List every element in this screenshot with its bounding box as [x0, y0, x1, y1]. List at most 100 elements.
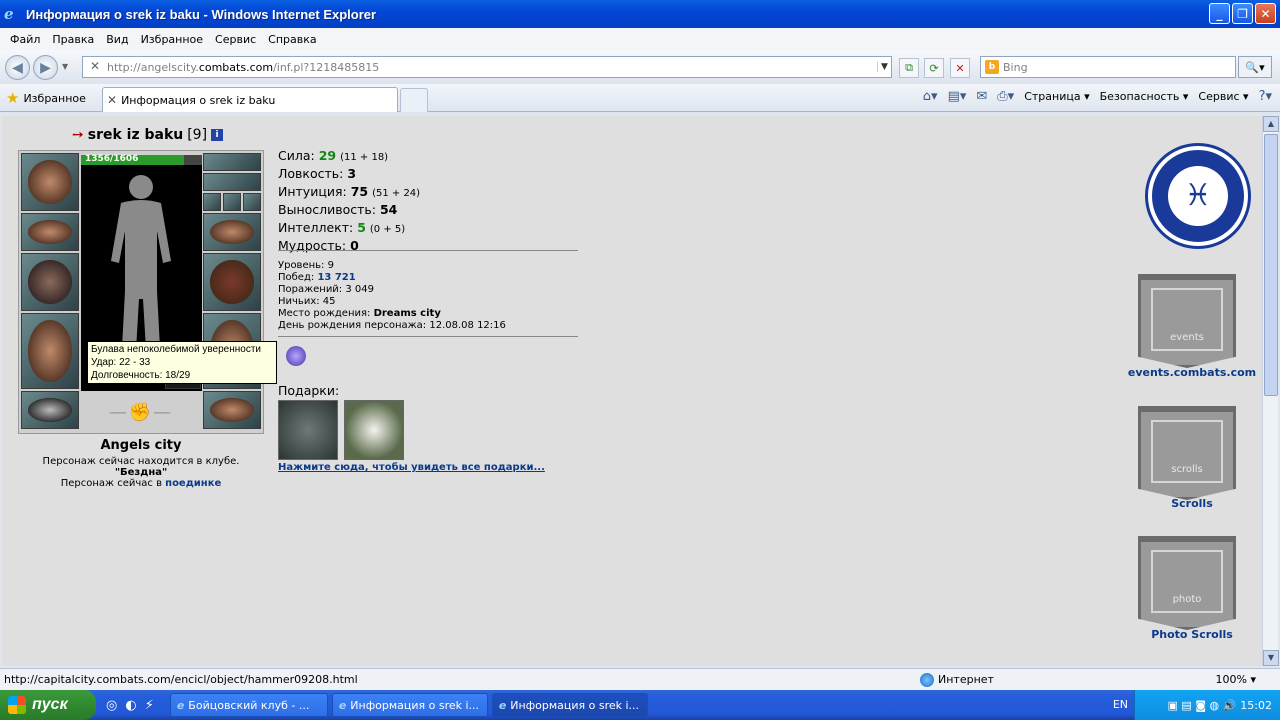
start-button[interactable]: пуск — [0, 690, 96, 720]
photo-banner-icon[interactable]: photo — [1138, 536, 1236, 630]
status-bar: http://capitalcity.combats.com/encicl/ob… — [0, 668, 1280, 690]
info-icon[interactable]: i — [211, 129, 224, 141]
slot-ring-2[interactable] — [223, 193, 241, 211]
refresh-icon[interactable]: ⟳ — [924, 58, 944, 78]
character-name: srek iz baku — [87, 127, 184, 143]
tools-menu[interactable]: Сервис ▾ — [1198, 90, 1248, 103]
club-emblem-icon: —✊— — [108, 402, 174, 423]
slot-amulet[interactable] — [203, 173, 261, 191]
forward-button[interactable]: ▶ — [33, 55, 58, 80]
stat-label: Интуиция: — [278, 184, 347, 199]
task-button[interactable]: e Информация о srek i... — [331, 693, 488, 717]
title-bar: e Информация о srek iz baku - Windows In… — [0, 0, 1280, 28]
stat-bonus: (11 + 18) — [340, 152, 389, 163]
tray-icons[interactable]: ▣ ▤ ◙ ◍ 🔊 — [1168, 699, 1237, 712]
close-button[interactable]: ✕ — [1255, 3, 1276, 24]
menu-view[interactable]: Вид — [100, 33, 134, 46]
address-input[interactable]: ✕ http://angelscity.combats.com/inf.pl?1… — [82, 56, 892, 78]
location-name: "Бездна" — [114, 467, 168, 478]
slot-weapon[interactable] — [21, 253, 79, 311]
menu-edit[interactable]: Правка — [46, 33, 100, 46]
battle-link[interactable]: поединке — [165, 478, 221, 489]
search-button[interactable]: 🔍▾ — [1238, 56, 1272, 78]
maximize-button[interactable]: ❐ — [1232, 3, 1253, 24]
events-banner-icon[interactable]: events — [1138, 274, 1236, 368]
photo-scrolls-link[interactable]: Photo Scrolls — [1122, 628, 1262, 641]
slot-earrings[interactable] — [203, 153, 261, 171]
city-name: Angels city — [100, 438, 182, 453]
page-menu[interactable]: Страница ▾ — [1024, 90, 1089, 103]
page-content: ➙ srek iz baku [9] i 1356/1606 —✊— Булав… — [2, 116, 1262, 666]
location-text: Персонаж сейчас находится в клубе. — [42, 456, 240, 467]
scrolls-link[interactable]: Scrolls — [1122, 497, 1262, 510]
app-icon[interactable]: ◐ — [125, 698, 136, 713]
windows-flag-icon — [8, 696, 26, 714]
slot-armor[interactable] — [21, 313, 79, 389]
compatibility-icon[interactable]: ⧉ — [899, 58, 919, 78]
stop-icon[interactable]: ✕ — [950, 58, 970, 78]
private-message-icon[interactable]: ➙ — [72, 127, 84, 143]
gift-item[interactable] — [278, 400, 338, 460]
scrolls-banner-icon[interactable]: scrolls — [1138, 406, 1236, 500]
slot-boots[interactable] — [203, 391, 261, 429]
hp-bar: 1356/1606 — [81, 154, 202, 165]
scroll-down-button[interactable]: ▼ — [1263, 650, 1279, 666]
tooltip-item-name: Булава непоколебимой уверенности — [91, 344, 262, 355]
clan-badge-icon[interactable] — [286, 346, 306, 366]
fish-logo-icon[interactable]: ♓ — [1148, 146, 1248, 246]
minimize-button[interactable]: _ — [1209, 3, 1230, 24]
info-draws: Ничьих: 45 — [278, 296, 336, 307]
back-button[interactable]: ◀ — [5, 55, 30, 80]
address-url: http://angelscity.combats.com/inf.pl?121… — [107, 60, 380, 74]
address-dropdown-icon[interactable]: ▼ — [877, 62, 891, 72]
character-doll: 1356/1606 —✊— Булава непоколебимой увере… — [18, 150, 277, 434]
gifts-link[interactable]: Нажмите сюда, чтобы увидеть все подарки.… — [278, 462, 545, 473]
safety-menu[interactable]: Безопасность ▾ — [1100, 90, 1189, 103]
window-title: Информация о srek iz baku - Windows Inte… — [26, 6, 377, 22]
winamp-icon[interactable]: ⚡ — [145, 698, 154, 713]
slot-belt[interactable] — [21, 391, 79, 429]
character-level: [9] — [187, 127, 208, 143]
language-indicator[interactable]: EN — [1113, 698, 1128, 711]
slot-ring-1[interactable] — [203, 193, 221, 211]
history-dropdown-icon[interactable]: ▼ — [62, 62, 68, 71]
slot-gloves[interactable] — [203, 213, 261, 251]
events-link[interactable]: events.combats.com — [1122, 366, 1262, 379]
menu-tools[interactable]: Сервис — [209, 33, 262, 46]
tab-active[interactable]: ✕ Информация о srek iz baku — [102, 87, 398, 112]
scroll-up-button[interactable]: ▲ — [1263, 116, 1279, 132]
help-icon[interactable]: ?▾ — [1259, 89, 1272, 104]
task-button-active[interactable]: e Информация о srek i... — [491, 693, 648, 717]
info-level: Уровень: 9 — [278, 260, 334, 271]
feeds-icon[interactable]: ▤▾ — [948, 89, 967, 104]
stat-value: 3 — [347, 166, 357, 181]
favorites-label: Избранное — [23, 91, 86, 105]
stat-row: Ловкость: 3 — [278, 166, 420, 184]
opera-icon[interactable]: ◎ — [106, 698, 117, 713]
menu-favorites[interactable]: Избранное — [135, 33, 209, 46]
tooltip-durability: Долговечность: 18/29 — [91, 370, 191, 381]
slot-shield[interactable] — [203, 253, 261, 311]
info-birthplace: Место рождения: Dreams city — [278, 308, 441, 319]
gift-item[interactable] — [344, 400, 404, 460]
slot-helmet[interactable] — [21, 153, 79, 211]
search-input[interactable]: b Bing — [980, 56, 1236, 78]
slot-ring-3[interactable] — [243, 193, 261, 211]
zoom-level[interactable]: 100% ▾ — [1216, 673, 1256, 686]
bing-icon: b — [985, 60, 999, 74]
favorites-button[interactable]: ★ Избранное — [6, 89, 86, 107]
site-favicon-icon: ✕ — [89, 59, 101, 73]
stat-bonus: (0 + 5) — [369, 224, 406, 235]
menu-file[interactable]: Файл — [4, 33, 46, 46]
stat-value: 5 — [357, 220, 366, 235]
vertical-scrollbar[interactable]: ▲ ▼ — [1262, 116, 1279, 666]
slot-bracers[interactable] — [21, 213, 79, 251]
mail-icon[interactable]: ✉ — [976, 89, 987, 104]
print-icon[interactable]: ⎙▾ — [997, 89, 1014, 104]
menu-help[interactable]: Справка — [262, 33, 322, 46]
new-tab-button[interactable] — [400, 88, 428, 112]
battle-status: Персонаж сейчас в поединке — [60, 478, 222, 489]
scroll-thumb[interactable] — [1264, 134, 1278, 396]
home-icon[interactable]: ⌂▾ — [923, 89, 938, 104]
task-button[interactable]: e Бойцовский клуб - ... — [169, 693, 328, 717]
